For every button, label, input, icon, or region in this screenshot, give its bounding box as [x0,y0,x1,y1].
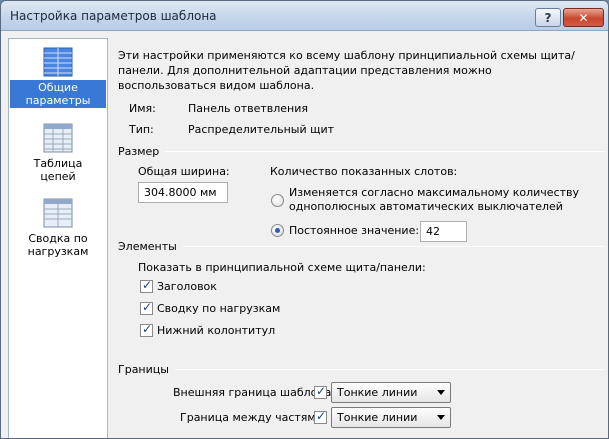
name-label: Имя: [129,102,156,115]
template-settings-dialog: Настройка параметров шаблона ? ✕ Общие п… [0,0,609,439]
between-border-select[interactable]: Тонкие линии [331,407,451,428]
footer-checkbox-label: Нижний колонтитул [157,324,276,337]
title-bar: Настройка параметров шаблона ? ✕ [1,1,608,31]
table-icon [43,123,73,153]
borders-section-header: Границы [118,362,605,376]
intro-text: Эти настройки применяются ко всему шабло… [118,49,575,92]
header-checkbox-label: Заголовок [157,280,217,293]
grid-icon [43,47,73,77]
size-section-header: Размер [118,144,605,158]
sidebar-item-general[interactable]: Общие параметры [10,47,106,108]
chevron-down-icon [437,415,445,420]
slots-auto-radio[interactable] [271,194,284,207]
sidebar-item-load-summary[interactable]: Сводка по нагрузкам [10,198,106,259]
window-title: Настройка параметров шаблона [10,9,217,23]
type-label: Тип: [129,123,154,136]
show-elements-label: Показать в принципиальной схеме щита/пан… [138,261,426,274]
slots-label: Количество показанных слотов: [270,165,458,178]
load-summary-checkbox[interactable] [140,300,153,315]
summary-icon [43,198,73,228]
header-checkbox[interactable] [140,278,153,293]
sidebar-item-label: Таблица цепей [33,157,83,183]
outer-border-select[interactable]: Тонкие линии [331,382,451,403]
footer-checkbox[interactable] [140,322,153,337]
sidebar-item-label: Сводка по нагрузкам [27,232,89,258]
sidebar-item-label: Общие параметры [10,80,106,108]
load-summary-checkbox-label: Сводку по нагрузкам [157,302,281,315]
help-icon: ? [544,10,552,25]
total-width-input[interactable]: 304.8000 мм [138,182,228,203]
outer-border-label: Внешняя граница шаблона: [173,386,336,399]
close-icon: ✕ [578,10,589,25]
help-button[interactable]: ? [535,8,561,27]
slots-fixed-label: Постоянное значение: [289,224,420,237]
between-border-label: Граница между частями: [180,411,327,424]
type-value: Распределительный щит [188,123,335,136]
elements-section-header: Элементы [118,239,605,253]
close-button[interactable]: ✕ [563,8,604,27]
total-width-label: Общая ширина: [138,165,230,178]
name-value: Панель ответвления [188,102,309,115]
slots-fixed-radio[interactable] [271,224,284,237]
chevron-down-icon [437,390,445,395]
between-border-checkbox[interactable] [314,409,327,424]
slots-auto-label: Изменяется согласно максимальному количе… [289,186,580,213]
sidebar-item-circuit-table[interactable]: Таблица цепей [10,123,106,184]
sidebar: Общие параметры Таблица цепей Сводка по … [8,38,108,438]
outer-border-checkbox[interactable] [314,384,327,399]
general-settings-panel: Эти настройки применяются ко всему шабло… [111,38,608,438]
